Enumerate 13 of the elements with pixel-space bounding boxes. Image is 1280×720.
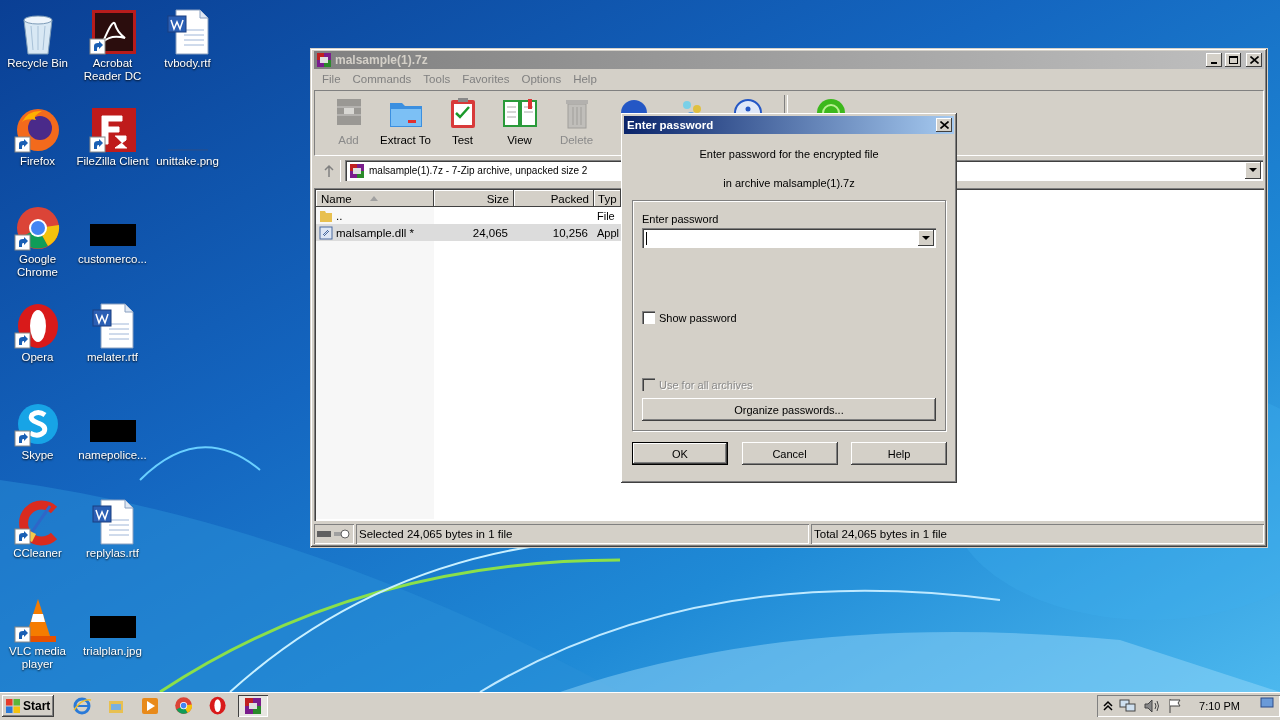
status-text: Selected 24,065 bytes in 1 file bbox=[356, 524, 809, 544]
file-name: malsample.dll * bbox=[336, 226, 414, 239]
file-size: 24,065 bbox=[471, 226, 509, 239]
dialog-message: Enter password for the encrypted file bbox=[698, 148, 880, 160]
packed-size: 10,256 bbox=[551, 226, 589, 239]
dialog-message: in archive malsample(1).7z bbox=[722, 177, 856, 189]
dialog-title: Enter password bbox=[627, 119, 715, 131]
status-text: Total 24,065 bytes in 1 file bbox=[811, 524, 1264, 544]
window-title: malsample(1).7z bbox=[335, 53, 429, 67]
file-type: File bbox=[596, 209, 616, 222]
file-type: Appl bbox=[596, 226, 621, 239]
field-label: Enter password bbox=[642, 213, 720, 225]
file-name: .. bbox=[336, 209, 343, 222]
